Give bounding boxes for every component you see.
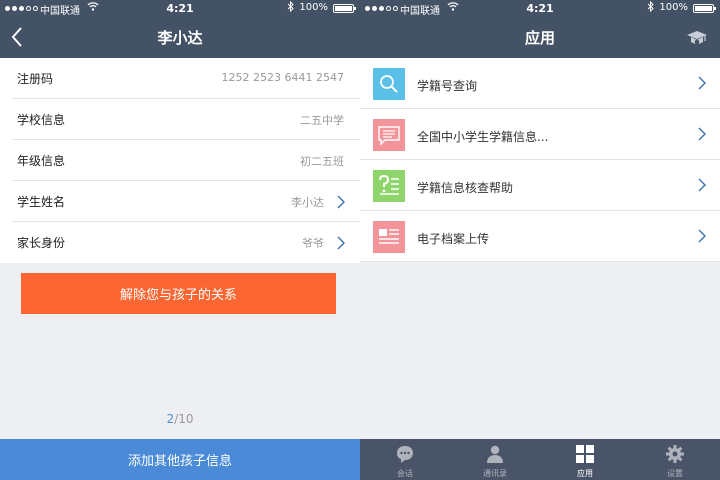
page-title: 应用 <box>524 29 555 47</box>
chevron-right-icon <box>337 195 345 209</box>
info-row-parent-role[interactable]: 家长身份 爷爷 <box>12 222 360 263</box>
row-value: 爷爷 <box>302 237 324 250</box>
tab-contacts[interactable]: 通讯录 <box>450 439 540 480</box>
page-title: 李小达 <box>157 29 203 47</box>
tab-label: 会话 <box>397 469 413 478</box>
battery-percent: 100% <box>659 2 688 13</box>
tab-settings[interactable]: 设置 <box>630 439 720 480</box>
tab-label: 通讯录 <box>483 469 507 478</box>
app-label: 学籍号查询 <box>417 79 478 93</box>
chevron-right-icon <box>698 76 706 90</box>
tab-label: 应用 <box>577 469 593 478</box>
row-value: 二五中学 <box>300 114 344 127</box>
row-value: 初二五班 <box>300 155 344 168</box>
gear-icon <box>666 445 684 463</box>
row-value: 李小达 <box>291 196 324 209</box>
app-label: 电子档案上传 <box>417 232 490 246</box>
battery-percent: 100% <box>299 2 328 13</box>
battery-level <box>695 6 712 11</box>
app-item-verification-help[interactable]: 学籍信息核查帮助 <box>360 160 720 211</box>
app-list: 学籍号查询 全国中小学生学籍信息... 学籍信息核查帮助 电子档案上传 <box>360 58 720 262</box>
row-label: 年级信息 <box>17 154 66 168</box>
add-child-button[interactable]: 添加其他孩子信息 <box>0 439 360 480</box>
apps-screen: 中国联通 4:21 100% 应用 学籍号查询 全国中小学生学籍信息... 学籍… <box>360 0 720 480</box>
row-label: 家长身份 <box>17 236 66 250</box>
battery-icon <box>693 4 716 13</box>
page-total: /10 <box>174 412 194 426</box>
row-label: 学生姓名 <box>17 195 66 209</box>
search-icon <box>373 68 405 100</box>
message-icon <box>373 119 405 151</box>
app-label: 全国中小学生学籍信息... <box>417 130 549 144</box>
bluetooth-icon <box>287 0 294 15</box>
chevron-right-icon <box>337 236 345 250</box>
row-label: 学校信息 <box>17 113 66 127</box>
tab-bar: 会话 通讯录 应用 设置 <box>360 439 720 480</box>
info-row-registration-code: 注册码 1252 2523 6441 2547 <box>12 58 360 99</box>
row-value: 1252 2523 6441 2547 <box>221 71 344 84</box>
graduation-cap-icon[interactable] <box>686 29 708 49</box>
child-info-list: 注册码 1252 2523 6441 2547 学校信息 二五中学 年级信息 初… <box>0 58 360 263</box>
apps-grid-icon <box>576 445 594 463</box>
app-label: 学籍信息核查帮助 <box>417 181 514 195</box>
info-row-grade: 年级信息 初二五班 <box>12 140 360 181</box>
nav-bar: 中国联通 4:21 100% 应用 <box>360 0 720 58</box>
contact-icon <box>487 445 503 463</box>
chevron-right-icon <box>698 178 706 192</box>
app-item-student-id-query[interactable]: 学籍号查询 <box>360 58 720 109</box>
bluetooth-icon <box>647 0 654 15</box>
chevron-right-icon <box>698 229 706 243</box>
status-bar: 中国联通 4:21 100% <box>360 0 720 17</box>
help-list-icon <box>373 170 405 202</box>
tab-label: 设置 <box>667 469 683 478</box>
page-current: 2 <box>166 412 175 426</box>
page-indicator: 2/10 <box>0 412 360 426</box>
nav-bar: 中国联通 4:21 100% 李小达 <box>0 0 360 58</box>
battery-level <box>335 6 352 11</box>
unbind-child-button[interactable]: 解除您与孩子的关系 <box>21 273 336 314</box>
app-item-e-archive-upload[interactable]: 电子档案上传 <box>360 211 720 262</box>
chat-icon <box>397 446 413 463</box>
row-label: 注册码 <box>17 72 54 86</box>
document-icon <box>373 221 405 253</box>
child-detail-screen: 中国联通 4:21 100% 李小达 注册码 1252 2523 6441 25… <box>0 0 360 480</box>
info-row-student-name[interactable]: 学生姓名 李小达 <box>12 181 360 222</box>
app-item-national-student-info[interactable]: 全国中小学生学籍信息... <box>360 109 720 160</box>
tab-chat[interactable]: 会话 <box>360 439 450 480</box>
info-row-school: 学校信息 二五中学 <box>12 99 360 140</box>
tab-apps[interactable]: 应用 <box>540 439 630 480</box>
chevron-right-icon <box>698 127 706 141</box>
status-bar: 中国联通 4:21 100% <box>0 0 360 17</box>
battery-icon <box>333 4 356 13</box>
